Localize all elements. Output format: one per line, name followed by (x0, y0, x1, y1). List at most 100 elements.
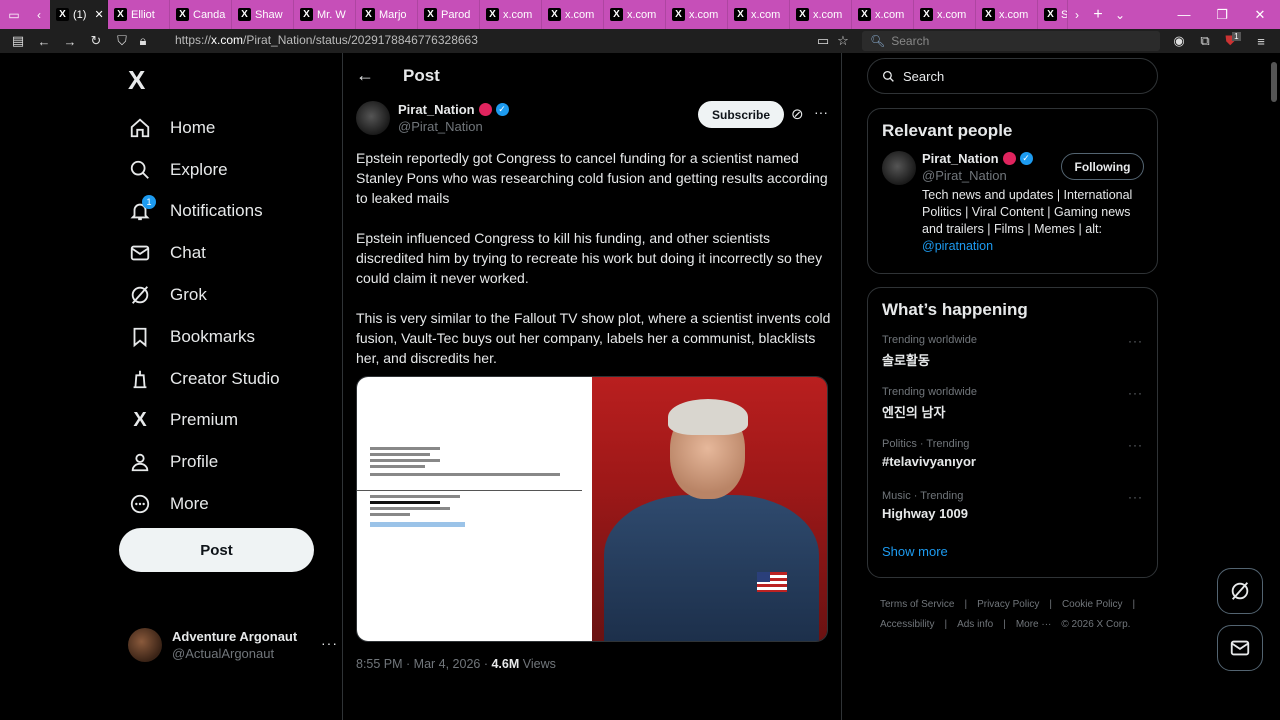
back-icon[interactable]: ← (31, 29, 57, 53)
trend-item[interactable]: Politics · Trending #telavivyanıyor ··· (868, 434, 1157, 486)
restore-icon[interactable]: ❐ (1202, 0, 1242, 29)
close-window-icon[interactable]: ✕ (1240, 0, 1280, 29)
menu-icon[interactable]: ≡ (1248, 29, 1274, 53)
avatar[interactable] (882, 151, 916, 185)
nav-premium[interactable]: X Premium (128, 400, 280, 442)
ads-info-link[interactable]: Ads info (957, 619, 993, 630)
account-switcher[interactable]: Adventure Argonaut @ActualArgonaut ··· (128, 625, 338, 665)
more-dots-icon[interactable]: ··· (1128, 386, 1143, 400)
following-button[interactable]: Following (1061, 153, 1144, 180)
post-media[interactable] (356, 376, 828, 642)
search-input[interactable]: Search (867, 58, 1158, 94)
nav-profile[interactable]: Profile (128, 441, 280, 483)
grok-float-button[interactable] (1217, 568, 1263, 614)
scroll-tabs-right-icon[interactable]: › (1068, 0, 1086, 29)
person-name[interactable]: Pirat_Nation (922, 151, 999, 166)
messages-float-button[interactable] (1217, 625, 1263, 671)
post-time[interactable]: 8:55 PM · Mar 4, 2026 · (356, 657, 491, 671)
browser-tab[interactable]: Xx.com (728, 0, 790, 29)
post-author[interactable]: Pirat_Nation ✓ @Pirat_Nation (356, 101, 509, 135)
address-bar[interactable]: https://x.com/Pirat_Nation/status/202917… (175, 33, 478, 47)
browser-tab[interactable]: Xx.com (480, 0, 542, 29)
browser-tab[interactable]: Xx.com (666, 0, 728, 29)
nav-label: Grok (170, 285, 207, 305)
relevant-person[interactable]: Pirat_Nation ✓ @Pirat_Nation Following T… (868, 151, 1157, 269)
browser-tab[interactable]: X Canda (170, 0, 232, 29)
nav-notifications[interactable]: 1 Notifications (128, 191, 280, 233)
nav-chat[interactable]: Chat (128, 232, 280, 274)
browser-tab[interactable]: Xx.com (852, 0, 914, 29)
show-more-link[interactable]: Show more (868, 538, 1157, 573)
trend-item[interactable]: Trending worldwide 솔로활동 ··· (868, 330, 1157, 382)
tab-actions-icon[interactable]: ▭ (0, 0, 28, 29)
browser-tab[interactable]: Xx.com (976, 0, 1038, 29)
more-dots-icon[interactable]: ··· (321, 635, 338, 651)
ublock-icon[interactable]: ⛊ 1 (1220, 29, 1246, 53)
browser-tab[interactable]: Xx.com (790, 0, 852, 29)
trend-item[interactable]: Trending worldwide 엔진의 남자 ··· (868, 382, 1157, 434)
portrait-photo[interactable] (592, 377, 827, 641)
footer-more-link[interactable]: More ··· (1016, 619, 1052, 630)
more-dots-icon[interactable]: ··· (1128, 334, 1143, 348)
notification-badge: 1 (142, 195, 156, 210)
new-tab-icon[interactable]: + (1086, 0, 1110, 29)
trend-item[interactable]: Music · Trending Highway 1009 ··· (868, 486, 1157, 538)
privacy-link[interactable]: Privacy Policy (977, 599, 1039, 610)
tab-label: x.com (999, 8, 1029, 21)
reload-icon[interactable]: ↻ (83, 29, 109, 53)
author-handle[interactable]: @Pirat_Nation (398, 119, 509, 134)
tab-label: x.com (689, 8, 719, 21)
bio-link[interactable]: @piratnation (922, 239, 993, 253)
nav-home[interactable]: Home (128, 107, 280, 149)
browser-tab[interactable]: Xx.com (914, 0, 976, 29)
sidebar-toggle-icon[interactable]: ▤ (5, 29, 31, 53)
bookmark-star-icon[interactable]: ☆ (830, 29, 856, 53)
affiliation-badge-icon (1002, 152, 1016, 165)
browser-tab[interactable]: X Marjo (356, 0, 418, 29)
nav-bookmarks[interactable]: Bookmarks (128, 316, 280, 358)
author-name-row: Pirat_Nation ✓ (398, 102, 509, 117)
browser-tab[interactable]: X Shaw (232, 0, 294, 29)
browser-tab[interactable]: X Mr. W (294, 0, 356, 29)
browser-search-input[interactable]: 🔍︎ Search (862, 31, 1160, 51)
browser-tab[interactable]: X Elliot (108, 0, 170, 29)
more-dots-icon[interactable]: ··· (814, 104, 828, 120)
browser-tab[interactable]: Xx.com (604, 0, 666, 29)
x-logo[interactable]: X (128, 65, 145, 96)
terms-link[interactable]: Terms of Service (880, 599, 954, 610)
email-document-image[interactable] (357, 377, 592, 641)
browser-tab[interactable]: X Parod (418, 0, 480, 29)
views-label: Views (519, 657, 556, 671)
author-name[interactable]: Pirat_Nation (398, 102, 475, 117)
grok-icon[interactable]: ⊘ (791, 105, 804, 123)
cookie-link[interactable]: Cookie Policy (1062, 599, 1123, 610)
post-button[interactable]: Post (119, 528, 314, 572)
more-dots-icon[interactable]: ··· (1128, 490, 1143, 504)
tab-list-chevron-icon[interactable]: ⌄ (1110, 0, 1130, 29)
subscribe-button[interactable]: Subscribe (698, 101, 784, 128)
avatar[interactable] (356, 101, 390, 135)
trend-name: #telavivyanıyor (882, 454, 976, 469)
browser-tab[interactable]: Xx.com (542, 0, 604, 29)
nav-creator-studio[interactable]: Creator Studio (128, 358, 280, 400)
tab-label: Shaw (255, 8, 283, 21)
nav-grok[interactable]: Grok (128, 274, 280, 316)
nav-explore[interactable]: Explore (128, 149, 280, 191)
extensions-icon[interactable]: ⧉ (1192, 29, 1218, 53)
account-icon[interactable]: ◉ (1166, 29, 1192, 53)
page-scrollbar[interactable] (1271, 62, 1277, 102)
scroll-tabs-left-icon[interactable]: ‹ (28, 0, 50, 29)
shield-icon[interactable]: ⛉ (109, 29, 135, 53)
back-arrow-icon[interactable]: ← (356, 65, 374, 86)
close-tab-icon[interactable]: ✕ (94, 8, 103, 21)
accessibility-link[interactable]: Accessibility (880, 619, 934, 630)
minimize-icon[interactable]: — (1164, 0, 1204, 29)
forward-icon[interactable]: → (57, 29, 83, 53)
left-sidebar: X Home Explore 1 Notifications Chat Grok… (118, 53, 342, 720)
nav-more[interactable]: More (128, 483, 280, 525)
browser-tab[interactable]: XS (1038, 0, 1068, 29)
verified-badge-icon: ✓ (495, 103, 509, 116)
browser-tab-active[interactable]: X (1) ✕ (50, 0, 108, 29)
more-dots-icon[interactable]: ··· (1128, 438, 1143, 452)
x-favicon-icon: X (920, 8, 933, 21)
